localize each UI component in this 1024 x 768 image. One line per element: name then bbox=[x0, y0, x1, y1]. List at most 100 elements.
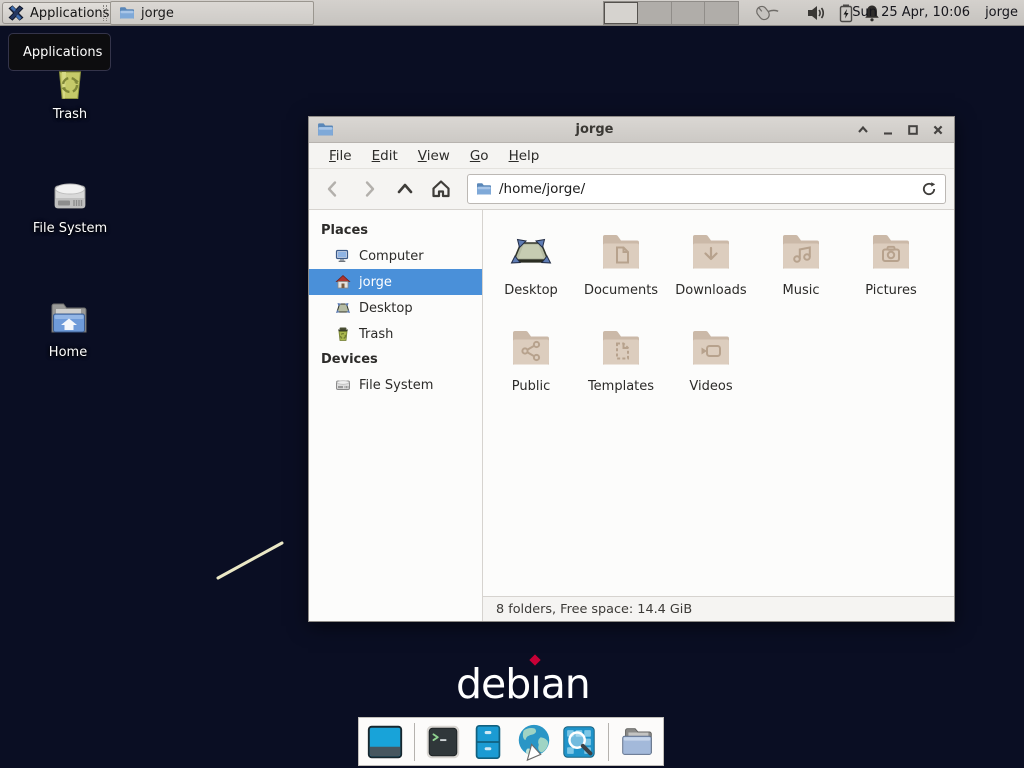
wallpaper-line-artifact bbox=[210, 535, 294, 587]
sidebar-item-trash[interactable]: Trash bbox=[309, 321, 482, 347]
desktop-icon bbox=[335, 300, 351, 316]
window-folder-icon bbox=[317, 121, 334, 138]
sidebar-item-jorge[interactable]: jorge bbox=[309, 269, 482, 295]
applications-menu-label: Applications bbox=[30, 6, 109, 21]
folder-label: Downloads bbox=[675, 283, 746, 298]
folder-downloads[interactable]: Downloads bbox=[666, 228, 756, 324]
folder-label: Desktop bbox=[504, 283, 558, 298]
folder-label: Music bbox=[783, 283, 820, 298]
top-panel: Applications jorge bbox=[0, 0, 1024, 26]
reload-icon[interactable] bbox=[921, 181, 937, 197]
back-button[interactable] bbox=[317, 174, 349, 204]
terminal-launcher[interactable] bbox=[423, 721, 464, 763]
trash-small-icon bbox=[335, 326, 351, 342]
menu-view[interactable]: View bbox=[408, 145, 460, 167]
window-titlebar[interactable]: jorge bbox=[309, 117, 954, 143]
location-folder-icon bbox=[476, 181, 492, 197]
file-cabinet-icon bbox=[468, 722, 508, 762]
workspace-1[interactable] bbox=[604, 2, 638, 24]
folder-label: Videos bbox=[689, 379, 732, 394]
hard-drive-icon bbox=[46, 170, 94, 218]
minimize-button[interactable] bbox=[880, 122, 896, 138]
file-grid: Desktop Documents bbox=[483, 210, 954, 596]
sidebar-item-desktop[interactable]: Desktop bbox=[309, 295, 482, 321]
show-desktop-icon bbox=[365, 722, 405, 762]
music-folder-icon bbox=[777, 228, 825, 276]
menu-edit[interactable]: Edit bbox=[362, 145, 408, 167]
location-bar[interactable]: /home/jorge/ bbox=[467, 174, 946, 204]
menu-file[interactable]: File bbox=[319, 145, 362, 167]
shade-button[interactable] bbox=[855, 122, 871, 138]
directory-folder-icon bbox=[617, 722, 657, 762]
close-button[interactable] bbox=[930, 122, 946, 138]
desktop-icon-filesystem[interactable]: File System bbox=[10, 170, 130, 236]
web-browser-launcher[interactable] bbox=[514, 721, 555, 763]
mouse-tray-icon[interactable] bbox=[750, 3, 780, 23]
workspace-3[interactable] bbox=[672, 2, 706, 24]
dock-separator bbox=[414, 723, 415, 761]
folder-desktop[interactable]: Desktop bbox=[486, 228, 576, 324]
documents-folder-icon bbox=[597, 228, 645, 276]
user-home-icon bbox=[335, 274, 351, 290]
desktop-icon-home[interactable]: Home bbox=[8, 294, 128, 360]
show-desktop-button[interactable] bbox=[365, 721, 406, 763]
folder-public[interactable]: Public bbox=[486, 324, 576, 420]
sidebar-item-trash-label: Trash bbox=[359, 327, 393, 342]
folder-label: Pictures bbox=[865, 283, 916, 298]
folder-label: Templates bbox=[588, 379, 654, 394]
panel-clock[interactable]: Sun 25 Apr, 10:06 bbox=[852, 5, 970, 20]
forward-button[interactable] bbox=[353, 174, 385, 204]
home-icon bbox=[430, 178, 452, 200]
public-folder-icon bbox=[507, 324, 555, 372]
folder-documents[interactable]: Documents bbox=[576, 228, 666, 324]
filesystem-label: File System bbox=[10, 221, 130, 236]
file-manager-launcher[interactable] bbox=[468, 721, 509, 763]
folder-pictures[interactable]: Pictures bbox=[846, 228, 936, 324]
workspace-switcher bbox=[603, 1, 739, 25]
location-path[interactable]: /home/jorge/ bbox=[499, 181, 914, 197]
statusbar: 8 folders, Free space: 14.4 GiB bbox=[483, 596, 954, 621]
sidebar-item-filesystem[interactable]: File System bbox=[309, 372, 482, 398]
trash-label: Trash bbox=[10, 107, 130, 122]
panel-grip bbox=[103, 5, 107, 21]
debian-logo: debıan bbox=[456, 660, 590, 708]
volume-tray-icon[interactable] bbox=[806, 3, 826, 23]
sidebar-devices-header: Devices bbox=[309, 347, 482, 372]
up-button[interactable] bbox=[389, 174, 421, 204]
toolbar: /home/jorge/ bbox=[309, 169, 954, 210]
home-label: Home bbox=[8, 345, 128, 360]
workspace-2[interactable] bbox=[638, 2, 672, 24]
menu-help[interactable]: Help bbox=[499, 145, 550, 167]
menu-go[interactable]: Go bbox=[460, 145, 499, 167]
statusbar-text: 8 folders, Free space: 14.4 GiB bbox=[496, 602, 692, 617]
folder-label: Public bbox=[512, 379, 550, 394]
bottom-dock bbox=[358, 717, 664, 766]
home-button[interactable] bbox=[425, 174, 457, 204]
applications-menu-button[interactable]: Applications bbox=[2, 2, 118, 24]
workspace-4[interactable] bbox=[705, 2, 738, 24]
folder-templates[interactable]: Templates bbox=[576, 324, 666, 420]
window-title: jorge bbox=[334, 122, 855, 137]
pictures-folder-icon bbox=[867, 228, 915, 276]
back-icon bbox=[323, 179, 343, 199]
sidebar-item-jorge-label: jorge bbox=[359, 275, 392, 290]
folder-icon bbox=[119, 5, 135, 21]
folder-videos[interactable]: Videos bbox=[666, 324, 756, 420]
app-finder-launcher[interactable] bbox=[559, 721, 600, 763]
desktop: Applications jorge bbox=[0, 0, 1024, 768]
app-finder-icon bbox=[559, 722, 599, 762]
folder-music[interactable]: Music bbox=[756, 228, 846, 324]
taskbar-button-jorge[interactable]: jorge bbox=[110, 1, 314, 25]
sidebar-item-desktop-label: Desktop bbox=[359, 301, 413, 316]
terminal-icon bbox=[423, 722, 463, 762]
forward-icon bbox=[359, 179, 379, 199]
downloads-folder-icon bbox=[687, 228, 735, 276]
videos-folder-icon bbox=[687, 324, 735, 372]
templates-folder-icon bbox=[597, 324, 645, 372]
maximize-button[interactable] bbox=[905, 122, 921, 138]
taskbar-button-label: jorge bbox=[141, 6, 174, 21]
panel-username[interactable]: jorge bbox=[985, 5, 1018, 20]
sidebar-item-computer[interactable]: Computer bbox=[309, 243, 482, 269]
directory-menu-button[interactable] bbox=[617, 721, 658, 763]
folder-label: Documents bbox=[584, 283, 658, 298]
